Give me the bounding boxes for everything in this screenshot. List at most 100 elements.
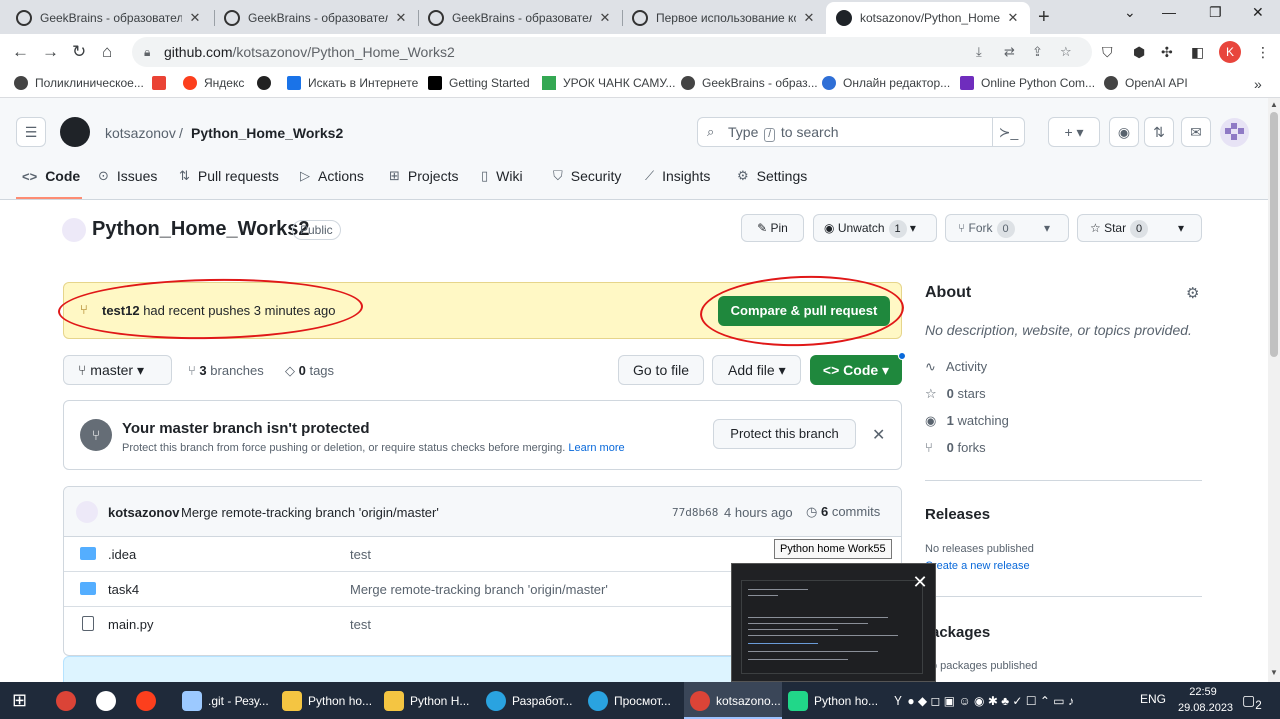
activity-link[interactable]: ∿ Activity bbox=[925, 359, 987, 375]
file-name[interactable]: task4 bbox=[108, 582, 139, 597]
menu-kebab-icon[interactable]: ⋮ bbox=[1256, 44, 1270, 61]
tab-wiki[interactable]: ▯ Wiki bbox=[481, 168, 523, 184]
bookmark-item[interactable] bbox=[152, 76, 173, 90]
extension-shield-icon[interactable]: ⛉ bbox=[1102, 44, 1113, 61]
windows-start-icon[interactable]: ⊞ bbox=[12, 682, 27, 719]
file-commit-message[interactable]: test bbox=[350, 617, 371, 632]
inbox-icon[interactable]: ✉ bbox=[1181, 117, 1211, 147]
bookmark-item[interactable]: Онлайн редактор... bbox=[822, 76, 950, 90]
create-new-button[interactable]: + ▾ bbox=[1048, 117, 1100, 147]
taskbar-item[interactable]: Разработ... bbox=[486, 682, 578, 719]
forks-link[interactable]: ⑂ 0 forks bbox=[925, 440, 986, 455]
branches-link[interactable]: ⑂ 3 branches bbox=[188, 363, 264, 378]
tab-search-icon[interactable]: ⌄ bbox=[1124, 4, 1136, 21]
tab-code[interactable]: <> Code bbox=[22, 168, 80, 184]
learn-more-link[interactable]: Learn more bbox=[568, 442, 624, 454]
close-icon[interactable]: ✕ bbox=[872, 425, 885, 445]
hamburger-menu-icon[interactable]: ☰ bbox=[16, 117, 46, 147]
command-palette-icon[interactable]: ≻_ bbox=[992, 118, 1024, 146]
taskbar-item[interactable]: Python ho... bbox=[282, 682, 374, 719]
packages-heading[interactable]: ackages bbox=[931, 624, 990, 641]
close-icon[interactable]: ✕ bbox=[188, 10, 202, 26]
close-icon[interactable]: ✕ bbox=[1006, 10, 1020, 26]
commits-link[interactable]: ◷ 6 commits bbox=[806, 504, 880, 520]
profile-avatar[interactable]: K bbox=[1219, 41, 1241, 63]
home-icon[interactable]: ⌂ bbox=[102, 42, 112, 62]
reload-icon[interactable]: ↻ bbox=[72, 42, 86, 62]
branch-select-button[interactable]: ⑂ master ▾ bbox=[63, 355, 172, 385]
pull-requests-icon[interactable]: ⇅ bbox=[1144, 117, 1174, 147]
browser-tab-active[interactable]: kotsazonov/Python_Home_W ✕ bbox=[826, 2, 1030, 34]
watching-link[interactable]: ◉ 1 watching bbox=[925, 413, 1009, 429]
add-file-button[interactable]: Add file ▾ bbox=[712, 355, 801, 385]
tags-link[interactable]: ◇ 0 tags bbox=[285, 363, 334, 379]
close-icon[interactable]: ✕ bbox=[802, 10, 816, 26]
translate-icon[interactable]: ⇄ bbox=[1004, 37, 1015, 67]
bookmark-item[interactable]: Яндекс bbox=[183, 76, 244, 90]
user-avatar[interactable] bbox=[1220, 118, 1249, 147]
bookmark-item[interactable] bbox=[257, 76, 278, 90]
scroll-up-icon[interactable]: ▲ bbox=[1268, 100, 1280, 109]
system-clock[interactable]: 22:59 29.08.2023 bbox=[1178, 684, 1233, 716]
issues-icon[interactable]: ◉ bbox=[1109, 117, 1139, 147]
bookmark-item[interactable]: Getting Started bbox=[428, 76, 530, 90]
taskbar-yandex[interactable] bbox=[136, 682, 162, 719]
bookmark-item[interactable]: УРОК ЧАНК САМУ... bbox=[542, 76, 675, 90]
repo-title[interactable]: Python_Home_Works2 bbox=[92, 218, 309, 241]
create-release-link[interactable]: Create a new release bbox=[925, 560, 1030, 572]
gear-icon[interactable]: ⚙ bbox=[1186, 284, 1199, 302]
bookmark-item[interactable]: Online Python Com... bbox=[960, 76, 1095, 90]
go-to-file-button[interactable]: Go to file bbox=[618, 355, 704, 385]
address-bar[interactable]: 🔒︎ github.com/kotsazonov/Python_Home_Wor… bbox=[132, 37, 1092, 67]
commit-author[interactable]: kotsazonov bbox=[108, 505, 180, 520]
tray-icons[interactable]: Ｙ ● ◆ ◻ ▣ ☺ ◉ ✱ ♣ ✓ ☐ ⌃ ▭ ♪ bbox=[892, 692, 1074, 709]
extensions-puzzle-icon[interactable]: ✣ bbox=[1161, 44, 1173, 61]
side-panel-icon[interactable]: ◧ bbox=[1191, 44, 1204, 61]
minimize-button[interactable]: — bbox=[1162, 4, 1176, 20]
tab-pull-requests[interactable]: ⇅ Pull requests bbox=[179, 168, 279, 184]
close-icon[interactable]: ✕ bbox=[598, 10, 612, 26]
extension-icon[interactable]: ⬢ bbox=[1133, 44, 1145, 61]
github-logo-icon[interactable] bbox=[60, 117, 90, 147]
language-indicator[interactable]: ENG bbox=[1140, 692, 1166, 706]
taskbar-chrome[interactable] bbox=[56, 682, 82, 719]
taskbar-item[interactable]: Python ho... bbox=[788, 682, 884, 719]
browser-tab[interactable]: GeekBrains - образовательн ✕ bbox=[214, 2, 418, 34]
tab-projects[interactable]: ⊞ Projects bbox=[389, 168, 458, 184]
forward-icon[interactable]: → bbox=[42, 42, 59, 62]
new-tab-button[interactable]: + bbox=[1038, 6, 1050, 29]
download-icon[interactable]: ⤓ bbox=[976, 37, 982, 67]
breadcrumb-owner[interactable]: kotsazonov bbox=[105, 125, 176, 141]
stars-link[interactable]: ☆ 0 stars bbox=[925, 386, 986, 402]
bookmark-item[interactable]: Искать в Интернете bbox=[287, 76, 418, 90]
protect-branch-button[interactable]: Protect this branch bbox=[713, 419, 856, 449]
page-scrollbar[interactable]: ▲ ▼ bbox=[1268, 98, 1280, 682]
bookmark-star-icon[interactable]: ☆ bbox=[1060, 37, 1072, 67]
unwatch-button[interactable]: ◉ Unwatch 1 ▾ bbox=[813, 214, 937, 242]
commit-message[interactable]: Merge remote-tracking branch 'origin/mas… bbox=[181, 505, 439, 520]
bookmark-item[interactable]: OpenAI API bbox=[1104, 76, 1188, 90]
bookmark-item[interactable]: Поликлиническое... bbox=[14, 76, 144, 90]
taskbar-yandex-browser[interactable] bbox=[96, 682, 122, 719]
browser-tab[interactable]: GeekBrains - образовательн ✕ bbox=[6, 2, 212, 34]
browser-tab[interactable]: GeekBrains - образовательн ✕ bbox=[418, 2, 622, 34]
file-name[interactable]: .idea bbox=[108, 547, 136, 562]
close-icon[interactable]: ✕ bbox=[906, 568, 934, 596]
browser-tab[interactable]: Первое использование кон ✕ bbox=[622, 2, 826, 34]
taskbar-item[interactable]: Просмот... bbox=[588, 682, 680, 719]
fork-button[interactable]: ⑂ Fork 0 ▾ bbox=[945, 214, 1069, 242]
taskbar-item-active[interactable]: kotsazono... bbox=[684, 682, 782, 719]
bookmarks-overflow-icon[interactable]: » bbox=[1254, 76, 1262, 92]
tab-security[interactable]: ⛉ Security bbox=[553, 168, 621, 184]
maximize-button[interactable]: ❐ bbox=[1209, 4, 1222, 21]
pin-button[interactable]: ✎ Pin bbox=[741, 214, 804, 242]
tab-issues[interactable]: ⊙ Issues bbox=[98, 168, 157, 184]
tab-settings[interactable]: ⚙ Settings bbox=[737, 168, 807, 184]
bookmark-item[interactable]: GeekBrains - образ... bbox=[681, 76, 818, 90]
file-commit-message[interactable]: test bbox=[350, 547, 371, 562]
tab-insights[interactable]: ⟋ Insights bbox=[645, 168, 710, 184]
close-icon[interactable]: ✕ bbox=[394, 10, 408, 26]
file-commit-message[interactable]: Merge remote-tracking branch 'origin/mas… bbox=[350, 582, 608, 597]
file-name[interactable]: main.py bbox=[108, 617, 154, 632]
notifications-icon[interactable]: ▢2 bbox=[1242, 692, 1262, 712]
